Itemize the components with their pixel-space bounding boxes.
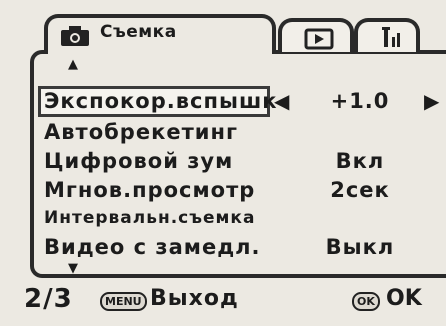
- tab-playback[interactable]: [278, 18, 354, 52]
- page-indicator: 2/3: [24, 284, 73, 314]
- setup-icon: [380, 25, 408, 53]
- tab-shooting-label: Съемка: [100, 22, 177, 42]
- menu-item-value: Выкл: [325, 235, 395, 259]
- tab-setup[interactable]: [354, 18, 420, 52]
- arrow-right-icon[interactable]: ▶: [424, 86, 440, 117]
- menu-item-value: Вкл: [335, 149, 385, 173]
- menu-item-value: 2сек: [330, 178, 390, 202]
- camera-menu-screen: Съемка ▲ Экспокор.вспышк ◀ +1.0 ▶ Автобр…: [0, 0, 446, 326]
- playback-icon: [304, 27, 334, 55]
- menu-item-flash-exposure[interactable]: Экспокор.вспышк ◀ +1.0 ▶: [38, 86, 442, 117]
- menu-item-value: +1.0: [330, 89, 390, 113]
- camera-icon: [60, 25, 90, 51]
- menu-item-label: Мгнов.просмотр: [44, 178, 256, 202]
- arrow-left-icon[interactable]: ◀: [274, 86, 290, 117]
- menu-item-digital-zoom[interactable]: Цифровой зум Вкл: [38, 146, 442, 177]
- menu-item-label: Интервальн.съемка: [44, 208, 256, 228]
- menu-button-icon[interactable]: MENU: [100, 292, 147, 311]
- menu-item-label: Автобрекетинг: [44, 120, 238, 144]
- menu-item-label: Экспокор.вспышк: [44, 89, 278, 113]
- ok-label: OK: [386, 286, 422, 311]
- menu-item-slow-motion-video[interactable]: Видео с замедл. Выкл: [38, 232, 442, 263]
- exit-label: Выход: [150, 286, 239, 311]
- menu-item-label: Видео с замедл.: [44, 235, 261, 259]
- menu-item-label: Цифровой зум: [44, 149, 234, 173]
- scroll-up-icon: ▲: [68, 57, 78, 72]
- ok-button-icon[interactable]: OK: [352, 292, 380, 311]
- menu-item-interval-shooting[interactable]: Интервальн.съемка: [38, 203, 442, 234]
- menu-footer: 2/3 MENU Выход OK OK: [0, 284, 446, 320]
- menu-item-quick-review[interactable]: Мгнов.просмотр 2сек: [38, 175, 442, 206]
- tab-shooting[interactable]: Съемка: [44, 14, 276, 54]
- scroll-down-icon: ▼: [68, 261, 78, 276]
- menu-item-auto-bracketing[interactable]: Автобрекетинг: [38, 117, 442, 148]
